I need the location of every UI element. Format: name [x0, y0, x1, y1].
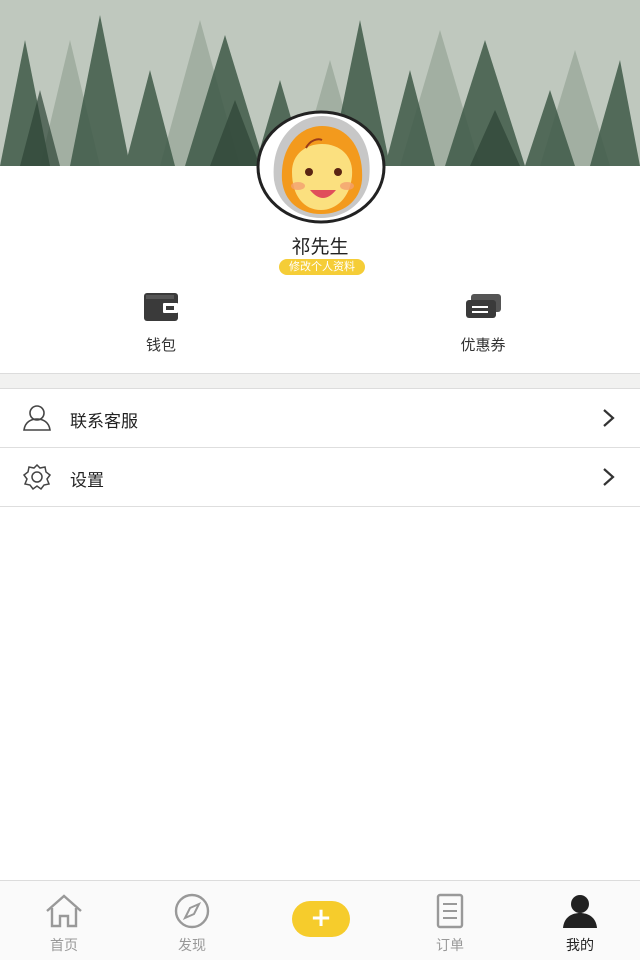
coupon-icon — [466, 294, 501, 318]
menu-item-customer-service[interactable]: 联系客服 — [0, 389, 640, 448]
wallet-label: 钱包 — [145, 336, 176, 354]
edit-profile-badge[interactable]: 修改个人资料 — [279, 259, 365, 275]
tab-label: 我的 — [566, 938, 594, 954]
tab-label: 订单 — [436, 938, 464, 954]
coupon-label: 优惠券 — [460, 336, 506, 354]
tab-label: 发现 — [178, 938, 206, 954]
tab-label: 首页 — [50, 938, 78, 954]
wallet-button[interactable]: 钱包 — [91, 290, 231, 355]
order-list-icon — [436, 893, 464, 929]
chevron-right-icon — [603, 409, 615, 427]
tab-orders[interactable]: 订单 — [386, 881, 514, 960]
plus-icon: + — [292, 901, 350, 937]
customer-service-icon — [23, 405, 51, 431]
tab-discover[interactable]: 发现 — [128, 881, 256, 960]
menu-item-label: 联系客服 — [70, 412, 138, 432]
coupon-button[interactable]: 优惠券 — [413, 290, 553, 355]
user-name: 祁先生 — [291, 236, 349, 258]
chevron-right-icon — [603, 468, 615, 486]
section-divider — [0, 373, 640, 389]
home-icon — [46, 894, 82, 928]
tab-add[interactable]: + — [256, 881, 384, 960]
menu-item-settings[interactable]: 设置 — [0, 448, 640, 507]
tab-mine[interactable]: 我的 — [516, 881, 640, 960]
settings-gear-icon — [22, 463, 52, 491]
compass-icon — [174, 893, 210, 929]
tab-home[interactable]: 首页 — [0, 881, 128, 960]
menu-item-label: 设置 — [70, 471, 104, 491]
bottom-tab-bar: 首页 发现 + 订单 我的 — [0, 880, 640, 960]
wallet-icon — [144, 293, 178, 321]
avatar[interactable] — [256, 110, 386, 224]
user-icon — [563, 895, 597, 928]
